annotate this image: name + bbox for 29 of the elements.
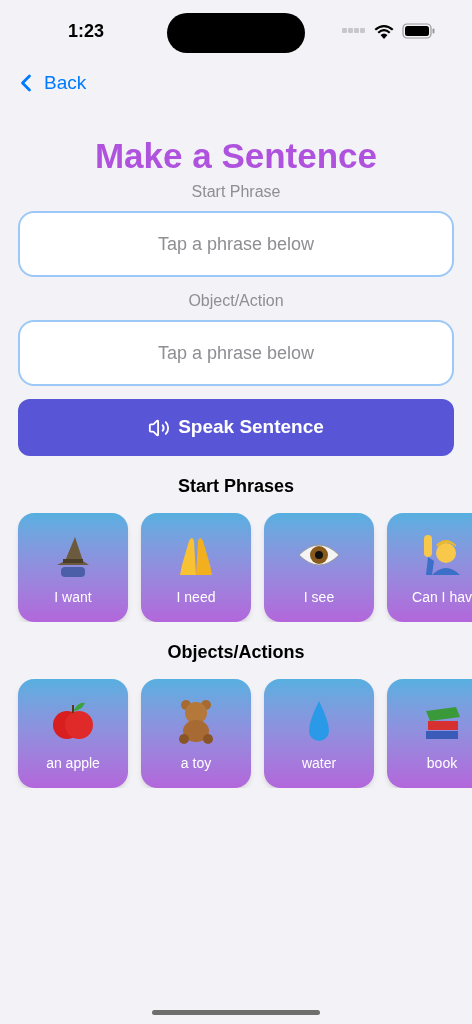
phrase-card[interactable]: a toy (141, 679, 251, 788)
speak-sentence-button[interactable]: Speak Sentence (18, 399, 454, 456)
phrase-card[interactable]: I see (264, 513, 374, 622)
phrase-card[interactable]: an apple (18, 679, 128, 788)
phrase-field[interactable]: Tap a phrase below (18, 320, 454, 386)
battery-icon (402, 23, 436, 39)
card-label: Can I hav (412, 588, 472, 607)
phrase-card[interactable]: I need (141, 513, 251, 622)
card-label: water (301, 754, 337, 773)
phrase-card[interactable]: water (264, 679, 374, 788)
section-title: Start Phrases (176, 475, 296, 497)
card-label: book (426, 754, 458, 773)
card-label: a toy (180, 754, 212, 773)
page-title: Make a Sentence (93, 135, 379, 177)
phrase-card[interactable]: Can I hav (387, 513, 472, 622)
card-label: I see (303, 588, 335, 607)
phrase-card[interactable]: I want (18, 513, 128, 622)
back-button[interactable]: Back (12, 68, 87, 98)
status-time: 1:23 (68, 19, 105, 43)
card-label: I need (176, 588, 216, 607)
card-label: I want (54, 588, 92, 607)
card-label: an apple (46, 754, 100, 773)
wifi-icon (374, 23, 394, 39)
field-label: Start Phrase (191, 182, 281, 202)
section-title: Objects/Actions (166, 641, 306, 663)
phrase-card[interactable]: book (387, 679, 472, 788)
phrase-field[interactable]: Tap a phrase below (18, 211, 454, 277)
field-label: Object/Action (188, 291, 284, 311)
signal-icon (342, 28, 366, 34)
